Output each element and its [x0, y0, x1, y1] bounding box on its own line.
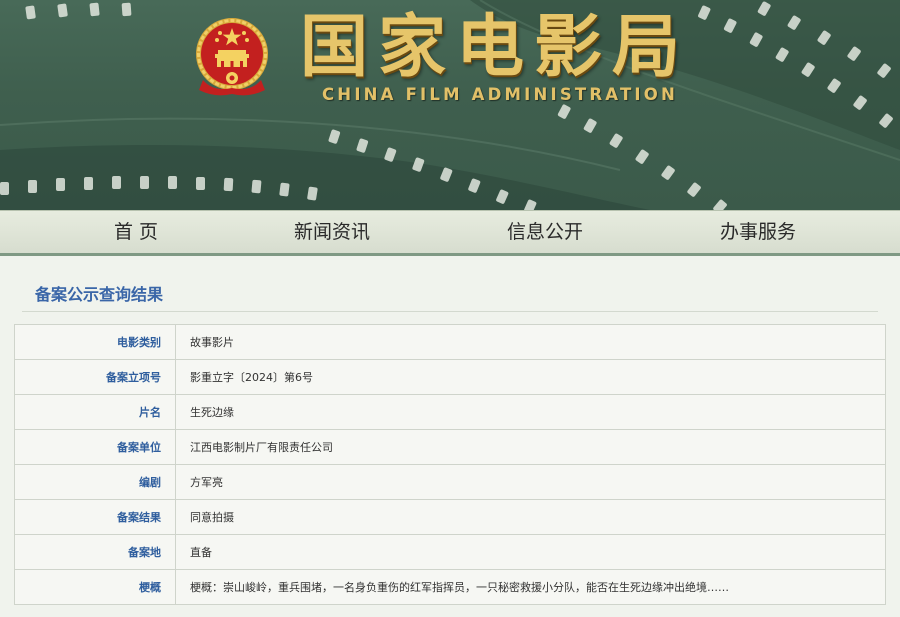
row-label-filing-location: 备案地 — [14, 534, 176, 570]
nav-item-services[interactable]: 办事服务 — [703, 211, 813, 254]
table-row: 备案地 直备 — [14, 534, 886, 570]
row-value-film-title: 生死边缘 — [175, 394, 886, 430]
table-row: 编剧 方军亮 — [14, 464, 886, 500]
record-table: 电影类别 故事影片 备案立项号 影重立字〔2024〕第6号 片名 生死边缘 备案… — [14, 324, 886, 605]
table-row: 片名 生死边缘 — [14, 394, 886, 430]
title-divider — [22, 311, 878, 312]
header-banner: 国家电影局 CHINA FILM ADMINISTRATION — [0, 0, 900, 210]
table-row: 备案结果 同意拍摄 — [14, 499, 886, 535]
row-value-filing-unit: 江西电影制片厂有限责任公司 — [175, 429, 886, 465]
nav-item-home[interactable]: 首 页 — [86, 211, 186, 254]
row-value-record-number: 影重立字〔2024〕第6号 — [175, 359, 886, 395]
site-title-chinese: 国家电影局 — [300, 8, 691, 87]
main-content: 备案公示查询结果 电影类别 故事影片 备案立项号 影重立字〔2024〕第6号 片… — [0, 256, 900, 617]
row-label-filing-result: 备案结果 — [14, 499, 176, 535]
row-label-synopsis: 梗概 — [14, 569, 176, 605]
table-row: 备案立项号 影重立字〔2024〕第6号 — [14, 359, 886, 395]
main-nav: 首 页 新闻资讯 信息公开 办事服务 — [0, 210, 900, 256]
row-label-screenwriter: 编剧 — [14, 464, 176, 500]
national-emblem-icon — [196, 18, 268, 96]
row-value-filing-result: 同意拍摄 — [175, 499, 886, 535]
row-value-screenwriter: 方军亮 — [175, 464, 886, 500]
row-label-record-number: 备案立项号 — [14, 359, 176, 395]
row-value-synopsis: 梗概：崇山峻岭，重兵围堵，一名身负重伤的红军指挥员，一只秘密救援小分队，能否在生… — [175, 569, 886, 605]
row-label-film-title: 片名 — [14, 394, 176, 430]
site-title-english: CHINA FILM ADMINISTRATION — [322, 85, 679, 104]
page-title: 备案公示查询结果 — [35, 285, 164, 304]
row-label-filing-unit: 备案单位 — [14, 429, 176, 465]
table-row: 梗概 梗概：崇山峻岭，重兵围堵，一名身负重伤的红军指挥员，一只秘密救援小分队，能… — [14, 569, 886, 605]
nav-item-news[interactable]: 新闻资讯 — [277, 211, 387, 254]
row-label-film-category: 电影类别 — [14, 324, 176, 360]
table-row: 备案单位 江西电影制片厂有限责任公司 — [14, 429, 886, 465]
table-row: 电影类别 故事影片 — [14, 324, 886, 360]
nav-item-disclosure[interactable]: 信息公开 — [490, 211, 600, 254]
row-value-film-category: 故事影片 — [175, 324, 886, 360]
row-value-filing-location: 直备 — [175, 534, 886, 570]
